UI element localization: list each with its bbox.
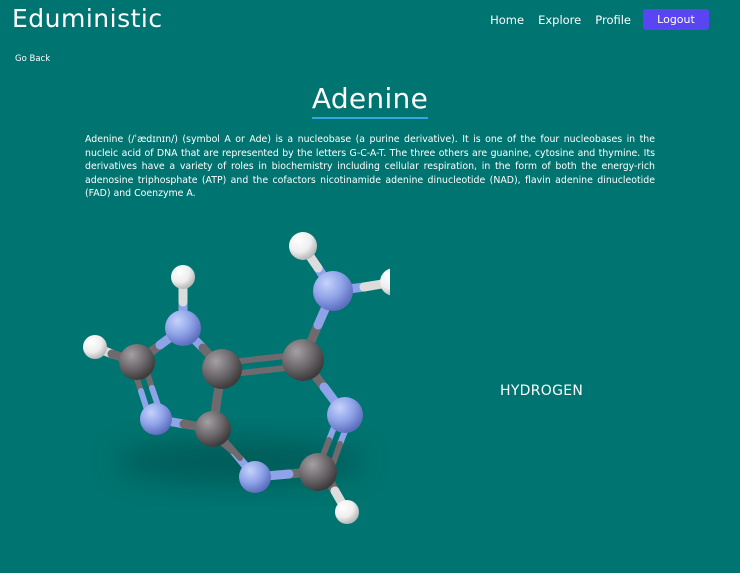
nitrogen-atom[interactable]	[239, 461, 271, 493]
selected-element-label: HYDROGEN	[500, 383, 584, 399]
nitrogen-atom[interactable]	[165, 310, 201, 346]
hydrogen-atom[interactable]	[335, 500, 359, 524]
go-back-link[interactable]: Go Back	[15, 54, 50, 64]
nitrogen-atom[interactable]	[140, 403, 172, 435]
hydrogen-atom[interactable]	[171, 265, 195, 289]
title-wrap: Adenine	[0, 82, 740, 119]
top-nav: Home Explore Profile Logout	[490, 9, 709, 30]
nav-explore-link[interactable]: Explore	[538, 13, 581, 27]
brand-logo: Eduministic	[12, 4, 163, 33]
nav-home-link[interactable]: Home	[490, 13, 524, 27]
hydrogen-atom[interactable]	[83, 335, 107, 359]
logout-button[interactable]: Logout	[643, 9, 709, 30]
nitrogen-atom[interactable]	[313, 271, 353, 311]
carbon-atom[interactable]	[282, 339, 324, 381]
carbon-atom[interactable]	[195, 411, 231, 447]
nitrogen-atom[interactable]	[327, 397, 363, 433]
carbon-atom[interactable]	[119, 344, 155, 380]
carbon-atom[interactable]	[299, 453, 337, 491]
hydrogen-atom[interactable]	[289, 232, 317, 260]
carbon-atom[interactable]	[202, 349, 242, 389]
page-title: Adenine	[311, 82, 429, 119]
hydrogen-atom[interactable]	[380, 268, 390, 296]
molecule-3d-viewer[interactable]	[70, 222, 390, 542]
description-text: Adenine (/ˈædɪnɪn/) (symbol A or Ade) is…	[85, 134, 655, 200]
nav-profile-link[interactable]: Profile	[595, 13, 631, 27]
